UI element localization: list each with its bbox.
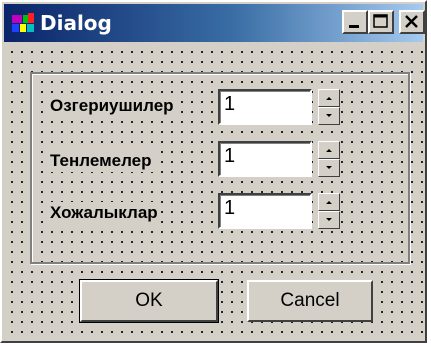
close-button[interactable]	[399, 10, 425, 34]
label-equations: Тенлемелер	[48, 150, 154, 172]
arrow-up-icon	[326, 97, 332, 100]
spin-up-button[interactable]	[318, 89, 340, 107]
arrow-down-icon	[326, 114, 332, 117]
households-spinner[interactable]	[318, 193, 340, 229]
spin-up-button[interactable]	[318, 193, 340, 211]
window-title: Dialog	[40, 11, 112, 35]
variables-input[interactable]: 1	[218, 89, 312, 125]
close-icon	[405, 15, 418, 28]
maximize-icon	[373, 14, 388, 28]
variables-spinner[interactable]	[318, 89, 340, 125]
maximize-button[interactable]	[368, 10, 394, 34]
arrow-down-icon	[326, 218, 332, 221]
cancel-button[interactable]: Cancel	[247, 280, 373, 322]
app-icon	[12, 13, 34, 32]
dialog-client-area: Озгериушилер 1 Тенлемелер 1 Хожалыклар 1	[4, 44, 423, 339]
minimize-icon	[349, 25, 359, 28]
spin-down-button[interactable]	[318, 211, 340, 229]
spin-down-button[interactable]	[318, 159, 340, 177]
title-bar[interactable]: Dialog	[4, 4, 425, 42]
minimize-button[interactable]	[342, 10, 368, 34]
spin-up-button[interactable]	[318, 141, 340, 159]
equations-spinner[interactable]	[318, 141, 340, 177]
label-variables: Озгериушилер	[48, 95, 176, 117]
equations-input[interactable]: 1	[218, 141, 312, 177]
ok-button[interactable]: OK	[79, 279, 219, 323]
label-households: Хожалыклар	[48, 202, 160, 224]
arrow-up-icon	[326, 149, 332, 152]
arrow-down-icon	[326, 166, 332, 169]
dialog-window: Dialog Озгериушилер 1 Тенлемелер 1 Хожал…	[0, 0, 427, 343]
households-input[interactable]: 1	[218, 193, 312, 229]
arrow-up-icon	[326, 201, 332, 204]
spin-down-button[interactable]	[318, 107, 340, 125]
